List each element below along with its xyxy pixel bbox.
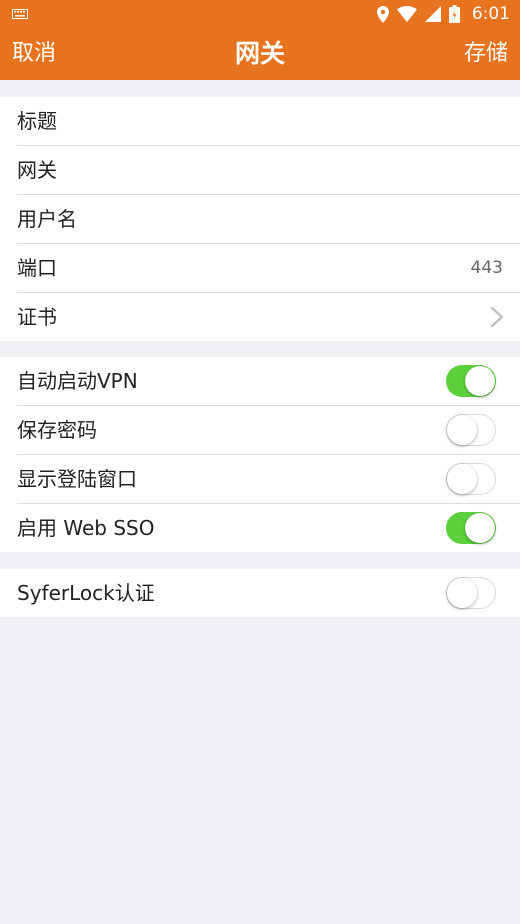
show-login-window-row: 显示登陆窗口 (0, 455, 520, 503)
title-row[interactable]: 标题 (0, 97, 520, 145)
toggle-knob (447, 578, 477, 608)
certificate-label: 证书 (17, 305, 57, 329)
auto-start-vpn-row: 自动启动VPN (0, 357, 520, 405)
gateway-settings-group: 标题 网关 用户名 端口 443 证书 (0, 97, 520, 341)
port-row[interactable]: 端口 443 (0, 244, 520, 292)
username-row[interactable]: 用户名 (0, 195, 520, 243)
gateway-label: 网关 (17, 158, 57, 182)
enable-web-sso-row: 启用 Web SSO (0, 504, 520, 552)
enable-web-sso-label: 启用 Web SSO (17, 516, 155, 540)
username-label: 用户名 (17, 207, 77, 231)
cancel-button[interactable]: 取消 (12, 28, 56, 80)
toggle-knob (447, 415, 477, 445)
certificate-row[interactable]: 证书 (0, 293, 520, 341)
enable-web-sso-toggle[interactable] (446, 512, 496, 544)
battery-icon (448, 5, 460, 23)
signal-icon (424, 6, 441, 22)
status-time: 6:01 (471, 4, 510, 24)
toggle-knob (447, 464, 477, 494)
keyboard-icon (12, 9, 28, 19)
save-button[interactable]: 存储 (464, 28, 508, 80)
save-password-toggle[interactable] (446, 414, 496, 446)
auto-start-vpn-toggle[interactable] (446, 365, 496, 397)
port-label: 端口 (17, 256, 57, 280)
show-login-window-label: 显示登陆窗口 (17, 467, 137, 491)
nav-bar: 取消 网关 存储 (0, 28, 520, 80)
syferlock-label: SyferLock认证 (17, 581, 155, 605)
port-value: 443 (470, 258, 503, 278)
syferlock-toggle[interactable] (446, 577, 496, 609)
save-password-label: 保存密码 (17, 418, 97, 442)
wifi-icon (396, 6, 417, 22)
location-icon (376, 5, 389, 23)
gateway-row[interactable]: 网关 (0, 146, 520, 194)
show-login-window-toggle[interactable] (446, 463, 496, 495)
title-label: 标题 (17, 109, 57, 133)
save-password-row: 保存密码 (0, 406, 520, 454)
status-bar: 6:01 (0, 0, 520, 28)
syferlock-group: SyferLock认证 (0, 569, 520, 617)
syferlock-row: SyferLock认证 (0, 569, 520, 617)
toggle-knob (465, 513, 495, 543)
toggle-knob (465, 366, 495, 396)
chevron-right-icon (490, 306, 504, 328)
auto-start-vpn-label: 自动启动VPN (17, 369, 138, 393)
page-title: 网关 (234, 39, 285, 68)
options-group: 自动启动VPN 保存密码 显示登陆窗口 启用 Web SSO (0, 357, 520, 552)
